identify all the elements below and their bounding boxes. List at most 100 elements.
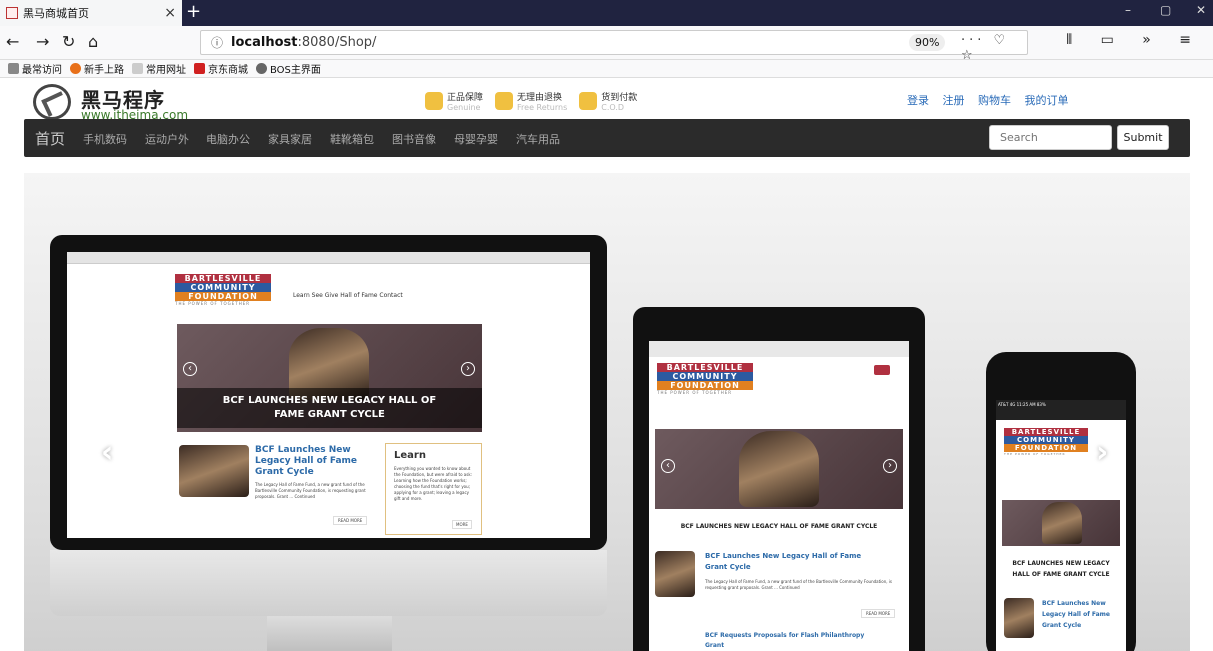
bcf-logo: BARTLESVILLE COMMUNITY FOUNDATION THE PO…: [175, 274, 271, 306]
phone-image: AT&T 4G 11:25 AM 83% BARTLESVILLE COMMUN…: [986, 352, 1136, 651]
bcf-hero: ‹ › BCF LAUNCHES NEW LEGACY HALL OF FAME…: [177, 324, 482, 432]
site-info-icon[interactable]: ⓘ: [211, 34, 223, 51]
bookmark-item[interactable]: 京东商城: [194, 61, 248, 76]
monitor-stand: [267, 616, 392, 651]
tab-close-icon[interactable]: ×: [164, 5, 176, 21]
phone-story-title: BCF Launches New Legacy Hall of Fame Gra…: [1042, 600, 1111, 629]
user-links: 登录 注册 购物车 我的订单: [907, 92, 1079, 108]
toolbar-icons[interactable]: ⫴ ▭ » ≡: [1066, 32, 1203, 48]
story-thumb: [179, 445, 249, 497]
phone-headline: BCF LAUNCHES NEW LEGACY HALL OF FAME GRA…: [1012, 560, 1110, 578]
desktop-monitor-image: BARTLESVILLE COMMUNITY FOUNDATION THE PO…: [50, 235, 607, 550]
bookmark-item[interactable]: 最常访问: [8, 61, 62, 76]
tablet-image: BARTLESVILLE COMMUNITY FOUNDATION THE PO…: [633, 307, 925, 651]
browser-navbar: ← → ↻ ⌂ ⓘ localhost :8080/Shop/ 90% ··· …: [0, 26, 1213, 63]
url-path: :8080/Shop/: [297, 35, 377, 50]
zoom-level[interactable]: 90%: [909, 34, 946, 51]
tablet-browser-chrome: [649, 341, 909, 357]
hero-prev-icon: ‹: [183, 362, 197, 376]
browser-tab-bar: 黑马商城首页 × + – ▢ ✕: [0, 0, 1213, 26]
submit-button[interactable]: Submit: [1117, 125, 1169, 150]
firefox-icon: [70, 63, 81, 74]
bookmarks-bar: 最常访问 新手上路 常用网址 京东商城 BOS主界面: [0, 60, 1213, 78]
story-thumb: [1004, 598, 1034, 638]
shield-icon: [425, 92, 443, 110]
bcf-logo: BARTLESVILLE COMMUNITY FOUNDATION THE PO…: [1004, 428, 1088, 456]
maximize-icon[interactable]: ▢: [1160, 3, 1171, 17]
nav-item[interactable]: 图书音像: [392, 131, 436, 147]
story-body: The Legacy Hall of Fame Fund, a new gran…: [255, 482, 366, 499]
hero-next-icon: ›: [883, 459, 897, 473]
tablet-story-body: The Legacy Hall of Fame Fund, a new gran…: [705, 579, 892, 590]
login-link[interactable]: 登录: [907, 94, 929, 107]
browser-tab[interactable]: 黑马商城首页 ×: [0, 0, 182, 26]
home-icon[interactable]: ⌂: [88, 32, 98, 51]
learn-title: Learn: [394, 450, 426, 461]
hero-next-icon: ›: [461, 362, 475, 376]
cod-icon: [579, 92, 598, 110]
carousel-prev-icon[interactable]: ‹: [101, 435, 113, 470]
main-nav: 首页 手机数码 运动户外 电脑办公 家具家居 鞋靴箱包 图书音像 母婴孕婴 汽车…: [24, 119, 1190, 157]
nav-item[interactable]: 汽车用品: [516, 131, 560, 147]
tablet-headline: BCF LAUNCHES NEW LEGACY HALL OF FAME GRA…: [680, 523, 878, 530]
service-badges: 正品保障 Genuine 无理由退换 Free Returns 货到付款 C.O.D: [425, 90, 637, 112]
nav-item[interactable]: 电脑办公: [206, 131, 250, 147]
back-icon[interactable]: ←: [6, 32, 19, 51]
url-bar[interactable]: ⓘ localhost :8080/Shop/ 90% ··· ♡ ☆: [200, 30, 1028, 63]
badge-genuine: 正品保障 Genuine: [425, 90, 483, 112]
phone-status-bar: AT&T 4G 11:25 AM 83%: [996, 400, 1126, 420]
search-input[interactable]: [989, 125, 1112, 150]
story-title: BCF Launches New Legacy Hall of Fame Gra…: [255, 445, 358, 477]
story-thumb: [655, 551, 695, 597]
read-more-button: READ MORE: [333, 516, 368, 525]
hero-headline: BCF LAUNCHES NEW LEGACY HALL OF FAME GRA…: [177, 388, 482, 428]
mini-browser-chrome: [67, 252, 590, 264]
hero-carousel: BARTLESVILLE COMMUNITY FOUNDATION THE PO…: [24, 173, 1190, 651]
tablet-story-title: BCF Launches New Legacy Hall of Fame Gra…: [705, 552, 862, 571]
new-tab-button[interactable]: +: [186, 1, 201, 22]
jd-icon: [194, 63, 205, 74]
more-button: MORE: [452, 520, 472, 529]
monitor-screen: BARTLESVILLE COMMUNITY FOUNDATION THE PO…: [67, 252, 590, 538]
page-actions-icon[interactable]: ··· ♡ ☆: [961, 33, 1027, 63]
phone-hero: [1002, 500, 1120, 546]
globe-icon: [256, 63, 267, 74]
badge-cod: 货到付款 C.O.D: [579, 90, 637, 112]
tab-title: 黑马商城首页: [23, 7, 89, 20]
hero-prev-icon: ‹: [661, 459, 675, 473]
bookmark-item[interactable]: 常用网址: [132, 61, 186, 76]
monitor-chin: [50, 550, 607, 616]
cart-link[interactable]: 购物车: [978, 94, 1011, 107]
bcf-logo: BARTLESVILLE COMMUNITY FOUNDATION THE PO…: [657, 363, 753, 395]
tablet-story2: BCF Requests Proposals for Flash Philant…: [705, 632, 865, 649]
nav-item[interactable]: 鞋靴箱包: [330, 131, 374, 147]
tablet-hero: ‹ ›: [655, 429, 903, 509]
nav-item[interactable]: 母婴孕婴: [454, 131, 498, 147]
bookmark-item[interactable]: BOS主界面: [256, 61, 321, 76]
nav-item[interactable]: 手机数码: [83, 131, 127, 147]
register-link[interactable]: 注册: [943, 94, 965, 107]
shield-icon: [495, 92, 514, 110]
nav-home[interactable]: 首页: [35, 128, 65, 149]
bookmark-item[interactable]: 新手上路: [70, 61, 124, 76]
window-close-icon[interactable]: ✕: [1196, 3, 1206, 17]
horse-logo-icon: [33, 84, 71, 120]
orders-link[interactable]: 我的订单: [1025, 94, 1069, 107]
trophy-image: [1042, 502, 1082, 544]
page-content: 黑马程序员 www.itheima.com 正品保障Genuine 无理由退换F…: [0, 78, 1213, 651]
brand-logo[interactable]: 黑马程序员 www.itheima.com: [33, 84, 188, 141]
folder-icon: [132, 63, 143, 74]
nav-item[interactable]: 家具家居: [268, 131, 312, 147]
url-host: localhost: [231, 35, 298, 50]
read-more-button: READ MORE: [861, 609, 896, 618]
minimize-icon[interactable]: –: [1125, 3, 1131, 17]
learn-body: Everything you wanted to know about the …: [394, 466, 473, 501]
carousel-next-icon[interactable]: ›: [1096, 435, 1108, 470]
nav-item[interactable]: 运动户外: [145, 131, 189, 147]
menu-icon: [874, 365, 890, 375]
tablet-screen: BARTLESVILLE COMMUNITY FOUNDATION THE PO…: [649, 341, 909, 651]
forward-icon[interactable]: →: [36, 32, 49, 51]
trophy-image: [739, 431, 819, 507]
reload-icon[interactable]: ↻: [62, 32, 75, 51]
badge-returns: 无理由退换 Free Returns: [495, 90, 567, 112]
